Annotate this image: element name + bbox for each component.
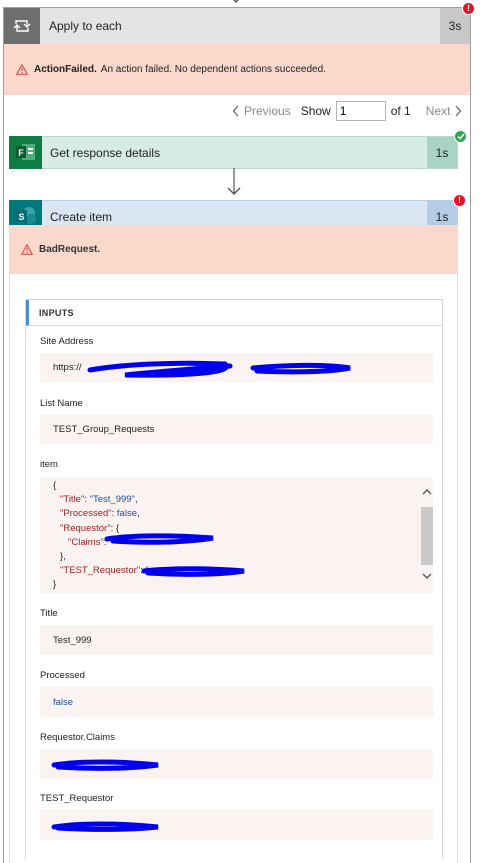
site-address-prefix: https://: [53, 362, 82, 373]
action-failed-banner: ActionFailed. An action failed. No depen…: [4, 44, 470, 95]
get-response-duration: 1s: [427, 137, 457, 168]
inputs-header: INPUTS: [26, 300, 442, 326]
json-line: }: [53, 579, 57, 591]
svg-text:F: F: [18, 148, 24, 158]
get-response-details-title: Get response details: [50, 145, 161, 160]
list-name-label: List Name: [40, 398, 83, 409]
requestor-claims-label: Requestor.Claims: [40, 732, 115, 743]
page-number-input[interactable]: [335, 101, 386, 121]
connector-arrow-icon: [233, 0, 239, 3]
title-label: Title: [40, 608, 58, 619]
chevron-left-icon: [232, 105, 239, 117]
json-line: "Processed": false,: [60, 508, 140, 520]
next-button[interactable]: Next: [426, 104, 463, 118]
next-label: Next: [425, 104, 451, 118]
chevron-right-icon: [455, 105, 462, 117]
iteration-pager: Previous Show of 1 Next: [232, 100, 462, 122]
connector-arrow-icon: [227, 168, 241, 195]
forms-icon: F: [9, 135, 42, 169]
apply-to-each-title: Apply to each: [49, 19, 122, 33]
processed-label: Processed: [40, 670, 85, 681]
success-check-icon: [454, 130, 467, 143]
create-item-title: Create item: [50, 209, 113, 224]
site-address-label: Site Address: [40, 336, 94, 347]
failure-message: An action failed. No dependent actions s…: [100, 64, 326, 75]
scroll-thumb[interactable]: [421, 507, 433, 565]
processed-value: false: [40, 687, 433, 717]
page-count-label: of 1: [390, 104, 411, 118]
redaction-scribble: [87, 360, 351, 378]
previous-label: Previous: [244, 104, 291, 118]
show-label: Show: [300, 104, 331, 118]
svg-text:S: S: [18, 212, 24, 222]
list-name-value: TEST_Group_Requests: [40, 415, 433, 444]
test-requestor-label: TEST_Requestor: [40, 793, 114, 804]
json-line: "Title": "Test_999",: [60, 494, 138, 506]
loop-error-badge-icon: !: [462, 2, 475, 15]
previous-button[interactable]: Previous: [232, 104, 291, 118]
bad-request-banner: BadRequest.: [9, 225, 458, 274]
title-value: Test_999: [40, 625, 433, 655]
item-label: item: [40, 459, 58, 470]
scroll-down-icon[interactable]: [422, 571, 432, 581]
redaction-scribble: [51, 759, 159, 771]
redaction-scribble: [104, 533, 214, 545]
failure-code: ActionFailed.: [34, 64, 97, 75]
warning-icon: [16, 64, 28, 75]
apply-to-each-header[interactable]: Apply to each 3s: [4, 8, 470, 44]
create-item-error-badge-icon: !: [453, 194, 466, 207]
redaction-scribble: [141, 566, 245, 577]
scroll-up-icon[interactable]: [422, 487, 432, 497]
warning-icon: [21, 244, 33, 255]
json-scrollbar[interactable]: [421, 477, 433, 593]
json-line: {: [53, 480, 57, 491]
bad-request-code: BadRequest.: [39, 244, 101, 255]
loop-icon: [4, 8, 40, 44]
get-response-details-action[interactable]: F Get response details 1s: [9, 135, 458, 169]
redaction-scribble: [51, 821, 159, 832]
